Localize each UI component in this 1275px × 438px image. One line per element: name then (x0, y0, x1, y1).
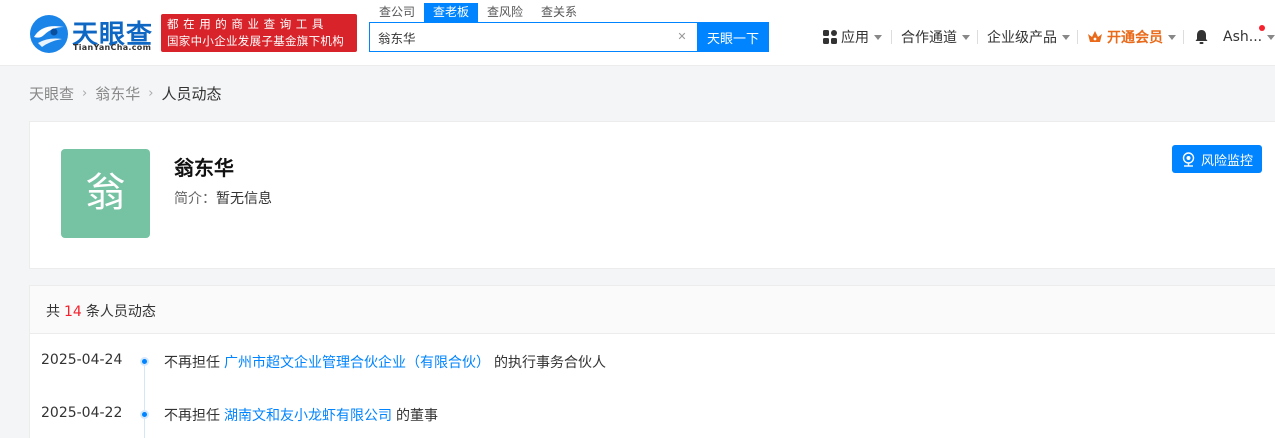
intro-label: 简介： (174, 191, 216, 207)
avatar: 翁 (61, 149, 150, 238)
monitor-camera-icon (1182, 151, 1195, 167)
clear-search-icon[interactable]: ✕ (676, 31, 688, 43)
nav-apps-label: 应用 (841, 30, 869, 46)
nav-divider (891, 30, 892, 44)
company-link[interactable]: 广州市超文企业管理合伙企业（有限合伙） (224, 355, 490, 371)
intro-value: 暂无信息 (216, 191, 272, 207)
timeline-item: 2025-04-22 不再担任 湖南文和友小龙虾有限公司 的董事 (30, 402, 1230, 426)
dynamics-count: 共 14 条人员动态 (46, 301, 156, 321)
dynamics-header: 共 14 条人员动态 (30, 286, 1275, 334)
timeline-dot (140, 357, 149, 366)
chevron-down-icon (874, 34, 882, 40)
breadcrumb: 天眼查 › 翁东华 › 人员动态 (29, 82, 221, 104)
chevron-down-icon (962, 34, 970, 40)
nav-partner-label: 合作通道 (901, 30, 957, 46)
search-input[interactable] (370, 23, 670, 51)
timeline-item: 2025-04-24 不再担任 广州市超文企业管理合伙企业（有限合伙） 的执行事务合… (30, 349, 1230, 373)
count-suffix: 条人员动态 (85, 304, 156, 320)
user-menu[interactable]: Ash... (1223, 26, 1275, 48)
nav-vip[interactable]: 开通会员 (1087, 26, 1176, 48)
count-number: 14 (64, 304, 82, 320)
breadcrumb-person[interactable]: 翁东华 (95, 83, 140, 104)
breadcrumb-home[interactable]: 天眼查 (29, 83, 74, 104)
tab-search-relation[interactable]: 查关系 (532, 3, 586, 22)
timeline-text: 不再担任 湖南文和友小龙虾有限公司 的董事 (164, 405, 438, 425)
slogan-banner: 都在用的商业查询工具 国家中小企业发展子基金旗下机构 (161, 14, 357, 52)
search-type-tabs: 查公司 查老板 查风险 查关系 (370, 3, 586, 22)
timeline-dot (140, 410, 149, 419)
breadcrumb-current: 人员动态 (161, 84, 222, 103)
company-link[interactable]: 湖南文和友小龙虾有限公司 (224, 408, 392, 424)
event-prefix: 不再担任 (164, 355, 220, 371)
chevron-right-icon: › (148, 85, 154, 101)
nav-enterprise[interactable]: 企业级产品 (987, 26, 1070, 48)
person-dynamics-card: 共 14 条人员动态 2025-04-24 不再担任 广州市超文企业管理合伙企业（有限… (29, 285, 1275, 438)
slogan-line-2: 国家中小企业发展子基金旗下机构 (167, 34, 344, 48)
notifications-button[interactable] (1194, 26, 1209, 48)
tab-search-company[interactable]: 查公司 (370, 3, 424, 22)
chevron-down-icon (1267, 34, 1275, 40)
chevron-down-icon (1062, 34, 1070, 40)
timeline-text: 不再担任 广州市超文企业管理合伙企业（有限合伙） 的执行事务合伙人 (164, 352, 606, 372)
profile-card: 翁 翁东华 简介：暂无信息 风险监控 (29, 121, 1275, 269)
search-button[interactable]: 天眼一下 (697, 22, 769, 52)
risk-monitor-button[interactable]: 风险监控 (1172, 145, 1262, 173)
tab-search-boss[interactable]: 查老板 (424, 3, 479, 22)
apps-grid-icon (823, 30, 837, 44)
user-name: Ash... (1223, 29, 1263, 45)
count-prefix: 共 (46, 304, 60, 320)
risk-monitor-label: 风险监控 (1200, 153, 1253, 169)
search-box: ✕ 天眼一下 (369, 22, 769, 52)
nav-divider (1183, 30, 1184, 44)
person-intro: 简介：暂无信息 (174, 188, 272, 208)
tianyancha-logo[interactable]: 天眼查 TianYanCha.com (28, 13, 154, 55)
nav-divider (977, 30, 978, 44)
logo-subtext: TianYanCha.com (73, 43, 152, 52)
chevron-right-icon: › (82, 85, 88, 101)
bell-icon (1195, 30, 1208, 44)
crown-icon (1088, 31, 1102, 42)
person-name: 翁东华 (174, 156, 234, 180)
notification-dot (1259, 25, 1265, 31)
nav-partner[interactable]: 合作通道 (901, 26, 970, 48)
event-suffix: 的执行事务合伙人 (494, 355, 606, 371)
nav-apps[interactable]: 应用 (823, 26, 882, 48)
logo-eye-icon (30, 15, 68, 53)
timeline-date: 2025-04-22 (41, 405, 123, 421)
top-header: 天眼查 TianYanCha.com 都在用的商业查询工具 国家中小企业发展子基… (0, 0, 1275, 66)
timeline-date: 2025-04-24 (41, 352, 123, 368)
tab-search-risk[interactable]: 查风险 (478, 3, 532, 22)
chevron-down-icon (1168, 34, 1176, 40)
slogan-line-1: 都在用的商业查询工具 (167, 17, 328, 31)
nav-vip-label: 开通会员 (1107, 30, 1163, 46)
event-suffix: 的董事 (396, 408, 438, 424)
nav-divider (1077, 30, 1078, 44)
event-prefix: 不再担任 (164, 408, 220, 424)
nav-enterprise-label: 企业级产品 (987, 30, 1057, 46)
